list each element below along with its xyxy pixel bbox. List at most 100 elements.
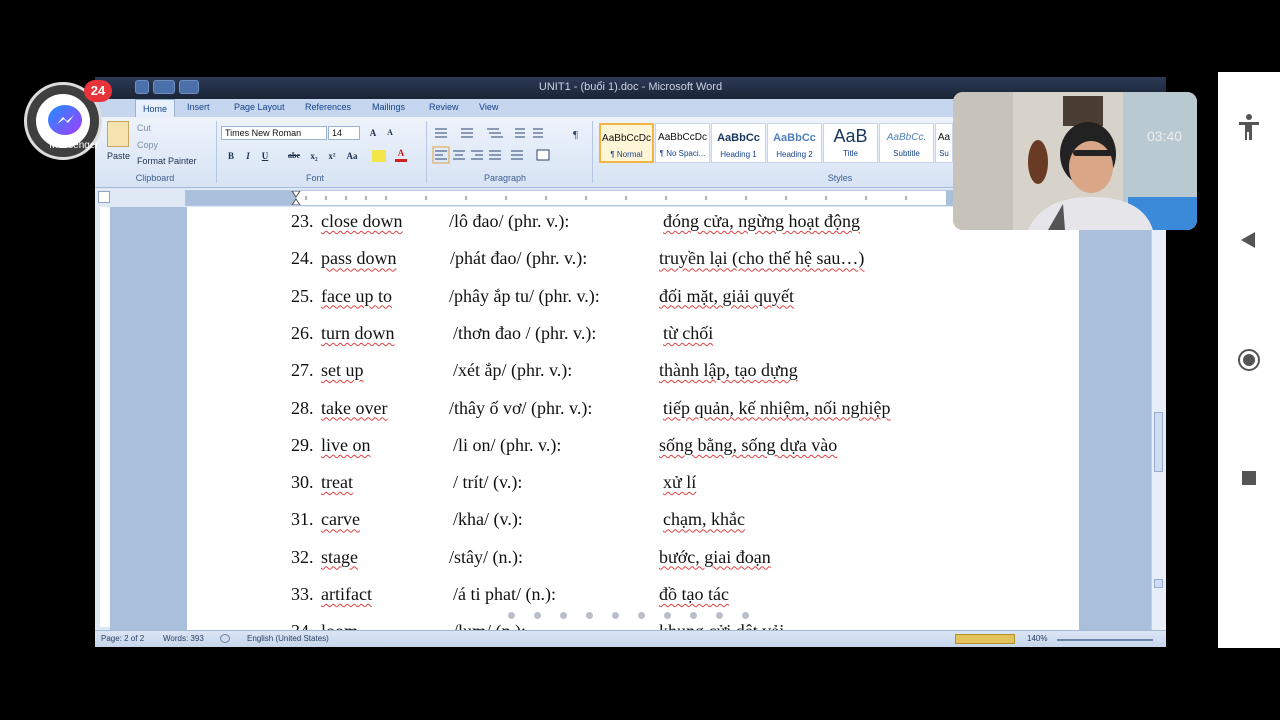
- style-normal[interactable]: AaBbCcDc ¶ Normal: [599, 123, 654, 163]
- bold-button[interactable]: B: [225, 149, 237, 163]
- ruler-toggle-button[interactable]: [98, 191, 110, 203]
- tab-home[interactable]: Home: [135, 99, 176, 117]
- copy-button[interactable]: Copy: [137, 140, 158, 150]
- font-color-icon[interactable]: A: [395, 147, 407, 162]
- tab-page-layout[interactable]: Page Layout: [234, 102, 285, 112]
- paragraph-group-label: Paragraph: [483, 173, 527, 183]
- vocab-meaning: tiếp quản, kế nhiệm, nối nghiệp: [663, 397, 891, 418]
- vocab-word: close down: [321, 211, 403, 231]
- back-icon[interactable]: [1226, 217, 1272, 263]
- vocab-meaning: đối mặt, giải quyết: [659, 285, 794, 306]
- tab-mailings[interactable]: Mailings: [372, 102, 405, 112]
- vocab-number: 34.: [291, 621, 314, 630]
- vocab-row: 32. stage/stây/ (n.): bước, giai đoạn: [187, 543, 1079, 573]
- font-name-select[interactable]: Times New Roman: [221, 126, 327, 140]
- style-subtitle[interactable]: AaBbCc. Subtitle: [879, 123, 934, 163]
- grow-font-button[interactable]: A: [365, 126, 381, 140]
- vocab-number: 29.: [291, 434, 314, 455]
- dot-indicator: [664, 612, 671, 619]
- view-buttons-icon[interactable]: [955, 634, 1015, 644]
- word-count[interactable]: Words: 393: [163, 634, 204, 643]
- italic-button[interactable]: I: [242, 149, 254, 163]
- dot-indicator: [508, 612, 515, 619]
- style-subtle[interactable]: Aa Su: [935, 123, 953, 163]
- paste-icon[interactable]: [107, 121, 129, 147]
- scroll-down-icon[interactable]: [1154, 579, 1163, 588]
- format-painter-button[interactable]: Format Painter: [137, 156, 197, 166]
- stop-icon[interactable]: [1226, 456, 1272, 502]
- page-count[interactable]: Page: 2 of 2: [101, 634, 144, 643]
- messenger-label: Messenger: [49, 140, 99, 151]
- vocab-word: treat: [321, 472, 353, 493]
- style-heading-1[interactable]: AaBbCc Heading 1: [711, 123, 766, 163]
- accessibility-icon[interactable]: [1226, 104, 1272, 150]
- dot-indicator: [742, 612, 749, 619]
- vocab-pronunciation: /thơn đao / (phr. v.):: [453, 322, 597, 343]
- vocab-word: artifact: [321, 584, 372, 604]
- home-icon[interactable]: [1226, 337, 1272, 383]
- tab-references[interactable]: References: [305, 102, 351, 112]
- zoom-level[interactable]: 140%: [1027, 634, 1047, 643]
- svg-text:¶: ¶: [573, 129, 578, 141]
- vocab-meaning: xử lí: [663, 472, 697, 493]
- vocab-number: 25.: [291, 285, 314, 306]
- vocab-pronunciation: /lum/ (n.):: [453, 621, 526, 630]
- vocab-pronunciation: /kha/ (v.):: [453, 509, 523, 530]
- language-status[interactable]: English (United States): [247, 634, 329, 643]
- strikethrough-button[interactable]: abe: [286, 149, 302, 163]
- webcam-overlay[interactable]: [953, 92, 1197, 230]
- vocab-number: 33.: [291, 584, 314, 604]
- vocab-meaning: đồ tạo tác: [659, 584, 729, 604]
- vocab-meaning: chạm, khắc: [663, 509, 745, 530]
- vocab-word: live on: [321, 434, 371, 455]
- vocab-row: 33. artifact/á ti phat/ (n.): đồ tạo tác: [187, 580, 1079, 610]
- style-heading-2[interactable]: AaBbCc Heading 2: [767, 123, 822, 163]
- underline-button[interactable]: U: [259, 149, 271, 163]
- paragraph-tools[interactable]: ¶: [431, 125, 591, 165]
- proofing-icon[interactable]: [220, 634, 230, 643]
- dot-indicator: [586, 612, 593, 619]
- vocab-pronunciation: /li on/ (phr. v.):: [453, 434, 562, 455]
- highlight-icon[interactable]: [372, 150, 386, 162]
- subscript-button[interactable]: x₂: [307, 149, 321, 163]
- vocab-number: 30.: [291, 472, 314, 493]
- vocab-meaning: truyền lại (cho thế hệ sau…): [659, 248, 865, 269]
- dot-indicator: [534, 612, 541, 619]
- vocab-word: loom: [321, 621, 358, 630]
- vocab-pronunciation: /phây ắp tu/ (phr. v.):: [449, 285, 600, 306]
- cut-button[interactable]: Cut: [137, 123, 151, 133]
- vocab-pronunciation: /lô đao/ (phr. v.):: [449, 211, 570, 231]
- change-case-button[interactable]: Aa: [344, 149, 360, 163]
- notification-badge: 24: [84, 80, 112, 102]
- font-group-label: Font: [305, 173, 324, 183]
- vocab-word: set up: [321, 360, 364, 381]
- zoom-slider[interactable]: [1057, 639, 1153, 641]
- vocab-word: pass down: [321, 248, 397, 269]
- clipboard-group-label: Clipboard: [135, 173, 175, 183]
- vocab-number: 28.: [291, 397, 314, 418]
- font-size-select[interactable]: 14: [328, 126, 360, 140]
- messenger-icon: [48, 105, 82, 135]
- call-timer: 03:40: [1147, 128, 1183, 144]
- vocab-meaning: bước, giai đoạn: [659, 546, 771, 567]
- superscript-button[interactable]: x²: [325, 149, 339, 163]
- dot-indicator: [690, 612, 697, 619]
- vocab-meaning: sống bằng, sống dựa vào: [659, 434, 838, 455]
- document-page[interactable]: 23. close down/lô đao/ (phr. v.): đóng cửa…: [187, 207, 1079, 630]
- group-divider: [592, 121, 593, 183]
- dot-indicator: [612, 612, 619, 619]
- group-divider: [216, 121, 217, 183]
- tab-view[interactable]: View: [479, 102, 498, 112]
- style-no-spacing[interactable]: AaBbCcDc ¶ No Spaci...: [655, 123, 710, 163]
- tab-insert[interactable]: Insert: [187, 102, 210, 112]
- vocab-meaning: thành lập, tạo dựng: [659, 360, 798, 381]
- shrink-font-button[interactable]: A: [383, 126, 397, 140]
- scrollbar-thumb[interactable]: [1154, 412, 1163, 472]
- vocab-meaning: đóng cửa, ngừng hoạt động: [663, 211, 860, 231]
- paste-button[interactable]: Paste: [107, 151, 130, 161]
- vocab-row: 23. close down/lô đao/ (phr. v.): đóng cửa…: [187, 207, 1079, 237]
- tab-review[interactable]: Review: [429, 102, 459, 112]
- horizontal-ruler[interactable]: [185, 190, 1051, 206]
- vocab-row: 34. loom/lum/ (n.): khung cửi dệt vải: [187, 617, 1079, 630]
- style-title[interactable]: AaB Title: [823, 123, 878, 163]
